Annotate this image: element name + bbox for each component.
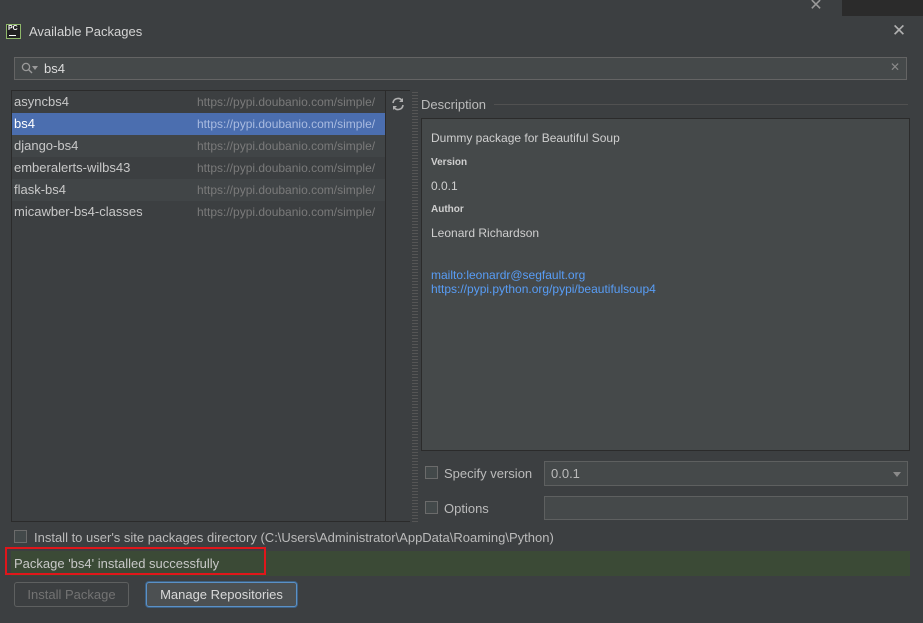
panel-splitter[interactable] (412, 90, 418, 522)
manage-repositories-button[interactable]: Manage Repositories (146, 582, 297, 607)
package-name: django-bs4 (14, 138, 79, 153)
app-icon-text: PC (8, 25, 18, 32)
package-repo-url: https://pypi.doubanio.com/simple/ (197, 95, 376, 109)
dialog-title: Available Packages (29, 24, 143, 39)
list-toolbar (386, 90, 410, 522)
status-highlight-box (5, 547, 266, 575)
description-divider (494, 104, 908, 105)
chevron-down-icon (893, 472, 901, 477)
author-label: Author (431, 204, 464, 215)
package-row-asyncbs4[interactable]: asyncbs4 https://pypi.doubanio.com/simpl… (12, 91, 385, 113)
version-dropdown-value: 0.0.1 (551, 466, 580, 481)
author-value: Leonard Richardson (431, 226, 540, 240)
version-dropdown[interactable]: 0.0.1 (544, 461, 908, 486)
package-name: flask-bs4 (14, 182, 67, 197)
package-row-micawber-bs4-classes[interactable]: micawber-bs4-classes https://pypi.douban… (12, 201, 385, 223)
package-row-flask-bs4[interactable]: flask-bs4 https://pypi.doubanio.com/simp… (12, 179, 385, 201)
package-name: asyncbs4 (14, 94, 69, 109)
description-header: Description (421, 97, 487, 112)
package-repo-url: https://pypi.doubanio.com/simple/ (197, 117, 376, 131)
clear-search-icon[interactable]: ✕ (890, 60, 900, 74)
author-email-link[interactable]: mailto:leonardr@segfault.org (431, 268, 585, 282)
specify-version-label: Specify version (444, 466, 533, 481)
package-list[interactable]: asyncbs4 https://pypi.doubanio.com/simpl… (11, 90, 386, 522)
package-repo-url: https://pypi.doubanio.com/simple/ (197, 183, 376, 197)
version-value: 0.0.1 (431, 179, 458, 193)
package-name: bs4 (14, 116, 35, 131)
install-package-button[interactable]: Install Package (14, 582, 129, 607)
description-panel: Dummy package for Beautiful Soup Version… (421, 118, 910, 451)
package-row-bs4[interactable]: bs4 https://pypi.doubanio.com/simple/ (12, 113, 385, 135)
parent-close-icon[interactable]: ✕ (808, 0, 824, 14)
package-row-emberalerts-wilbs43[interactable]: emberalerts-wilbs43 https://pypi.doubani… (12, 157, 385, 179)
version-label: Version (431, 157, 468, 168)
specify-version-checkbox[interactable] (425, 466, 438, 479)
package-search-field[interactable]: bs4 ✕ (14, 57, 907, 80)
pycharm-app-icon: PC (6, 24, 21, 39)
package-homepage-link[interactable]: https://pypi.python.org/pypi/beautifulso… (431, 282, 656, 296)
package-row-django-bs4[interactable]: django-bs4 https://pypi.doubanio.com/sim… (12, 135, 385, 157)
options-checkbox[interactable] (425, 501, 438, 514)
parent-window-corner (842, 0, 923, 16)
refresh-icon[interactable] (390, 96, 406, 112)
install-user-site-checkbox[interactable] (14, 530, 27, 543)
search-history-chevron-icon[interactable] (32, 66, 38, 70)
parent-window-strip (0, 0, 923, 16)
package-repo-url: https://pypi.doubanio.com/simple/ (197, 161, 376, 175)
package-name: micawber-bs4-classes (14, 204, 143, 219)
install-user-site-label: Install to user's site packages director… (34, 530, 554, 545)
options-input[interactable] (544, 496, 908, 520)
close-icon[interactable]: ✕ (890, 22, 908, 40)
package-name: emberalerts-wilbs43 (14, 160, 131, 175)
package-repo-url: https://pypi.doubanio.com/simple/ (197, 139, 376, 153)
options-label: Options (444, 501, 489, 516)
package-repo-url: https://pypi.doubanio.com/simple/ (197, 205, 376, 219)
package-summary: Dummy package for Beautiful Soup (431, 131, 620, 145)
search-input[interactable]: bs4 (44, 61, 65, 76)
